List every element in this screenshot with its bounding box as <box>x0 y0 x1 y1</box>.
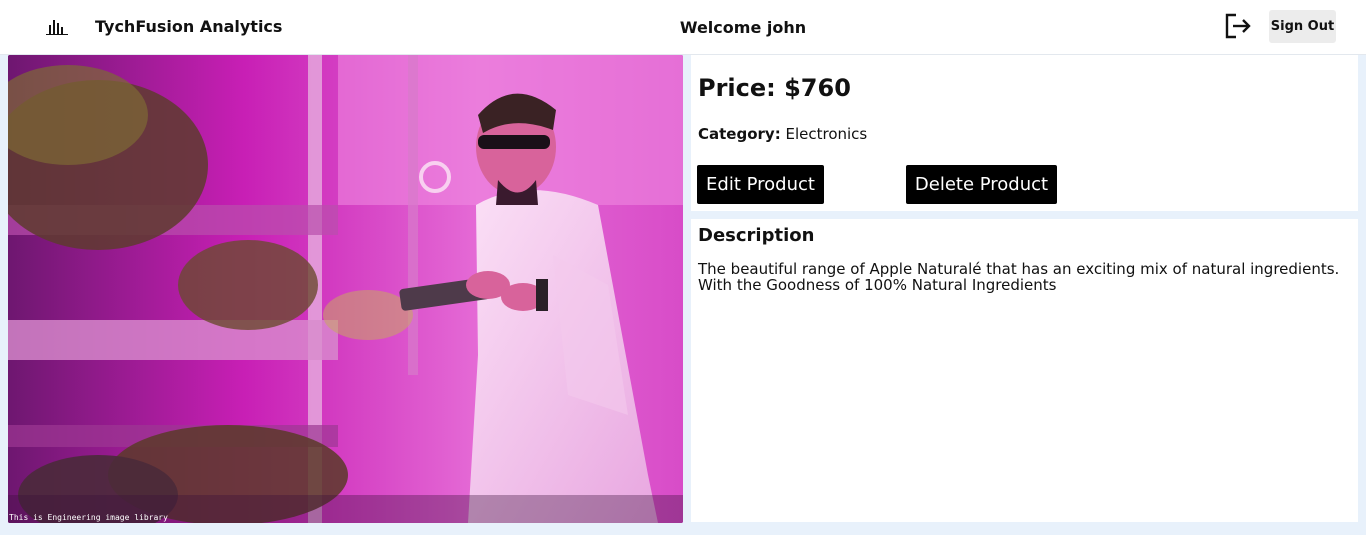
image-caption: This is Engineering image library <box>9 513 168 522</box>
category-value: Electronics <box>785 125 868 143</box>
product-price: Price: $760 <box>698 74 851 102</box>
category-label: Category: <box>698 125 781 143</box>
description-card: Description The beautiful range of Apple… <box>691 219 1358 522</box>
product-image: This is Engineering image library <box>8 55 683 523</box>
edit-product-button[interactable]: Edit Product <box>697 165 824 204</box>
product-photo <box>8 55 683 523</box>
description-text: The beautiful range of Apple Naturalé th… <box>698 260 1340 294</box>
delete-product-button[interactable]: Delete Product <box>906 165 1057 204</box>
product-info-card: Price: $760 Category: Electronics Edit P… <box>691 55 1358 211</box>
product-category: Category: Electronics <box>698 125 867 143</box>
welcome-message: Welcome john <box>679 18 807 37</box>
description-title: Description <box>698 225 815 246</box>
top-navbar: TychFusion Analytics Welcome john Sign O… <box>0 0 1366 55</box>
sign-out-button[interactable]: Sign Out <box>1269 10 1336 43</box>
logout-icon[interactable] <box>1224 13 1252 39</box>
